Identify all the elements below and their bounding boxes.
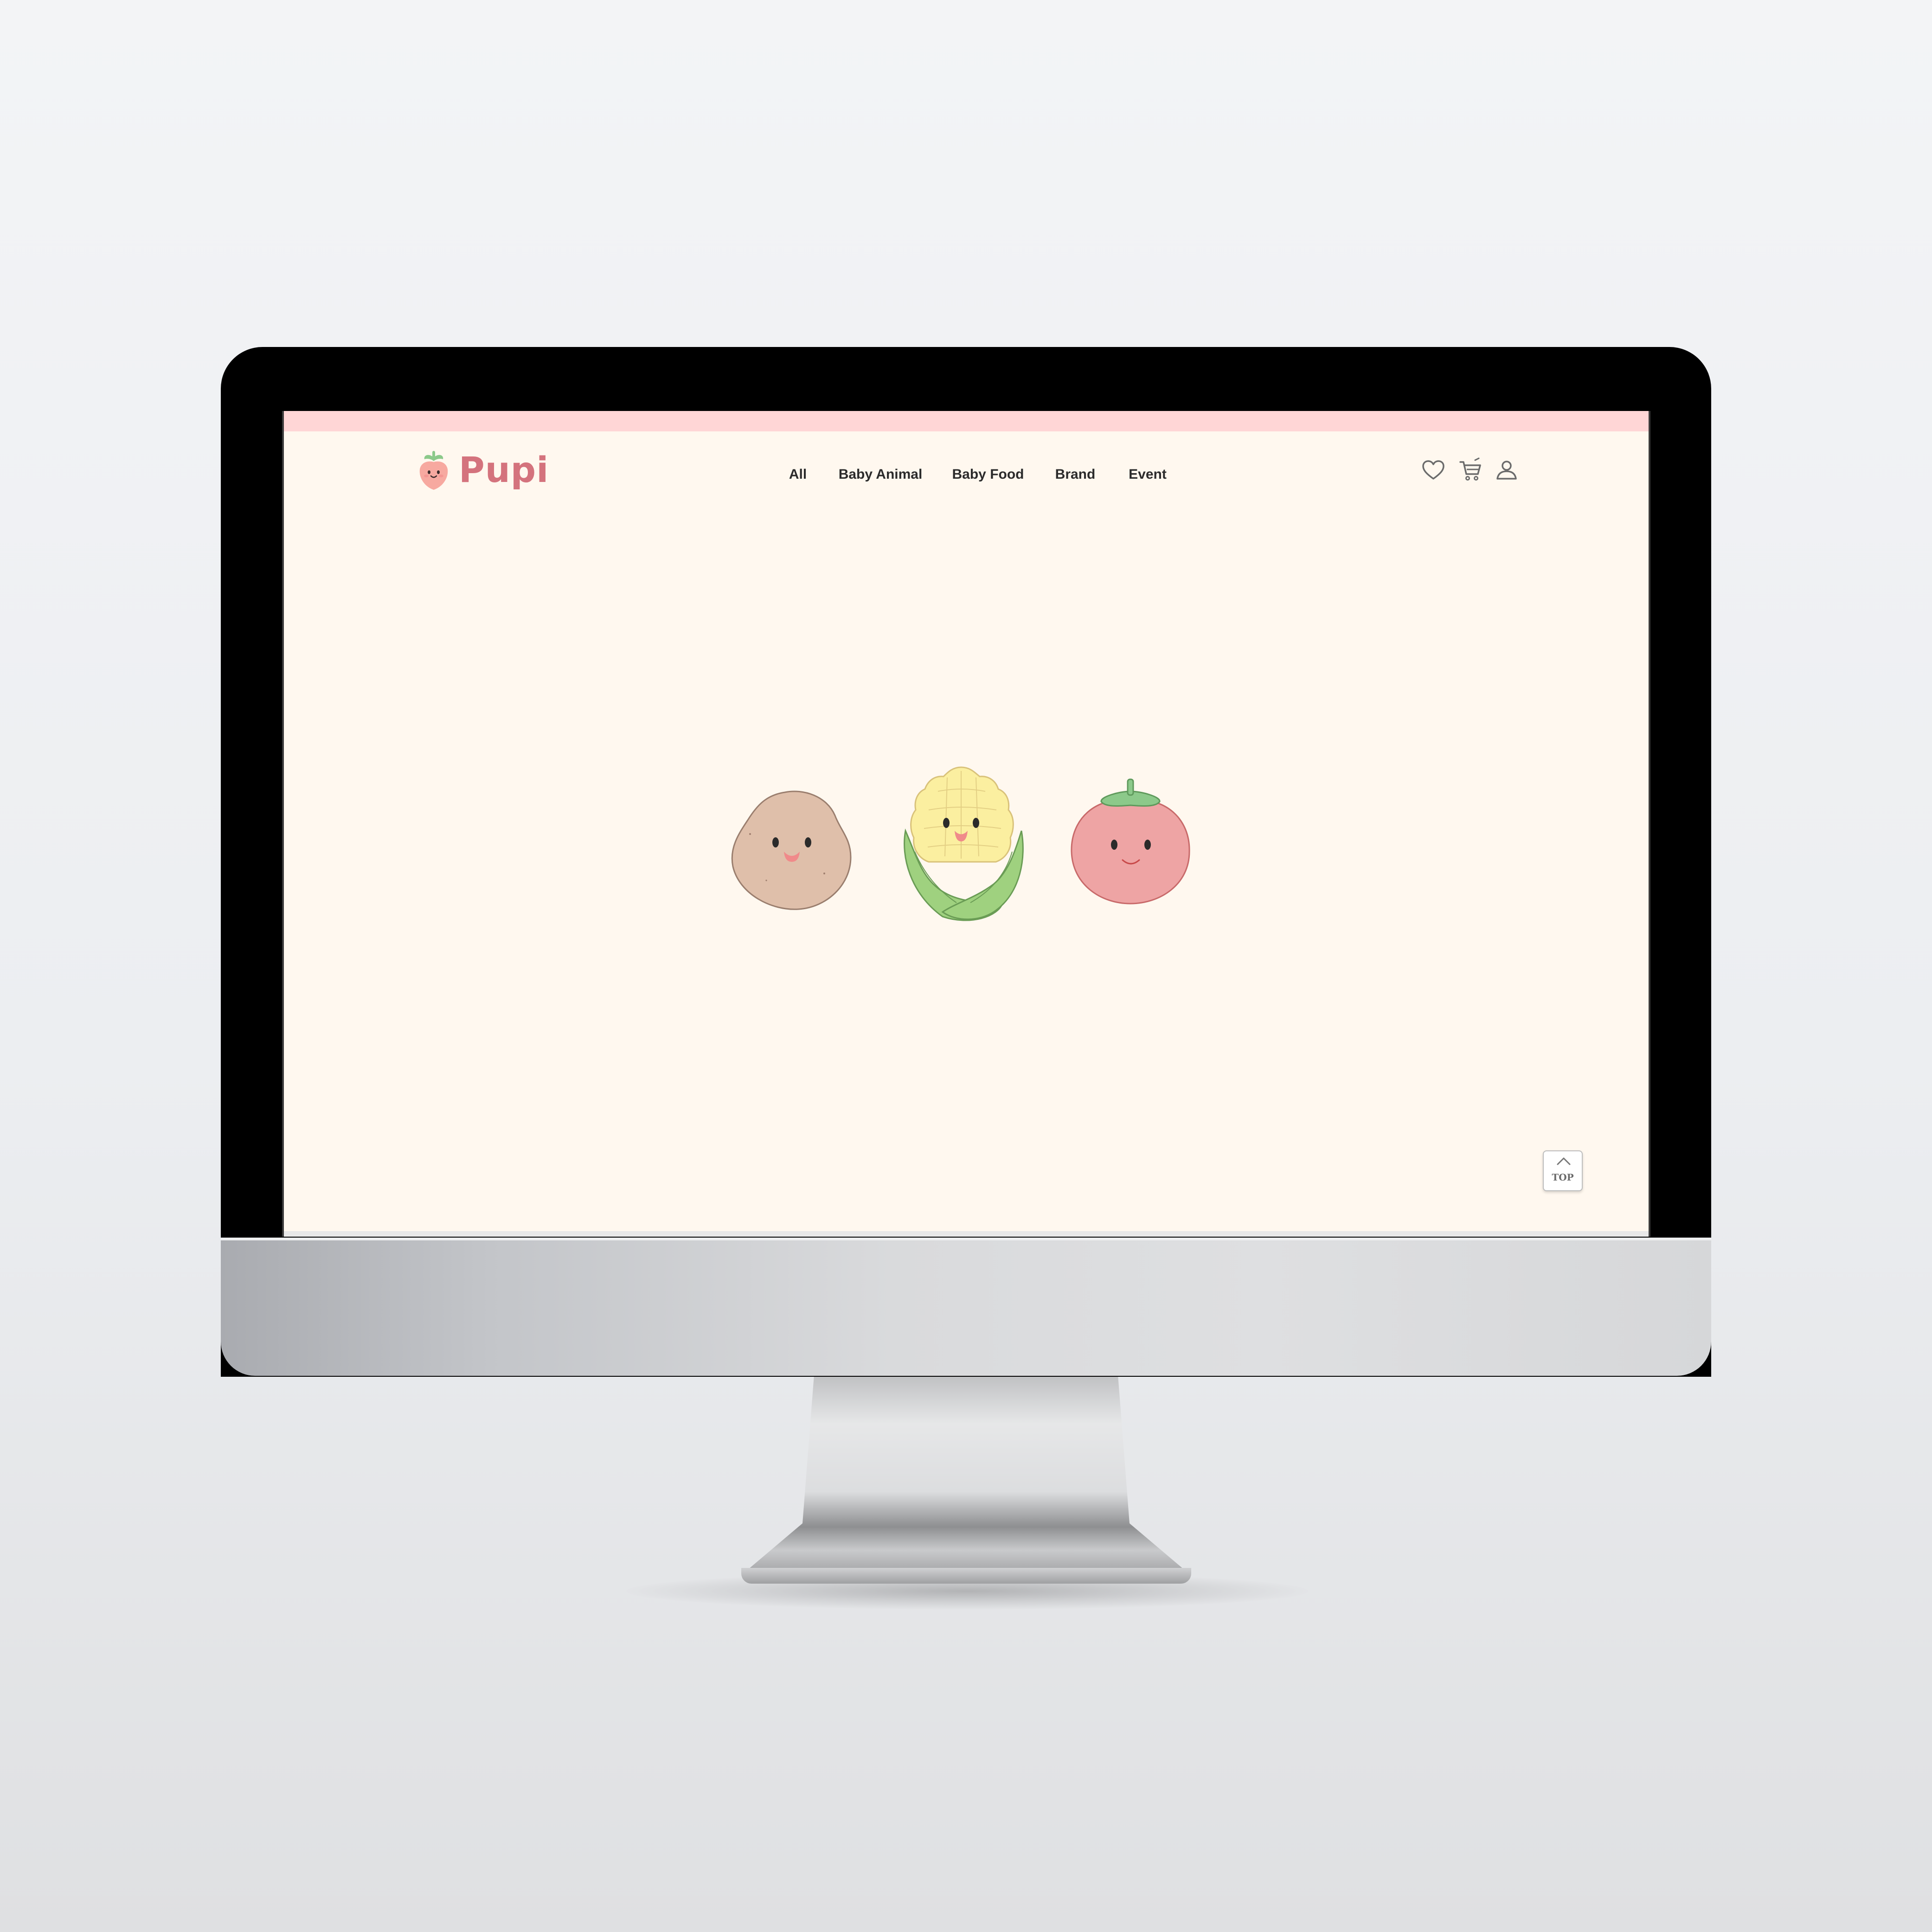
potato-character [731,790,852,910]
monitor-stand [742,1375,1190,1570]
nav-item-brand[interactable]: Brand [1055,467,1096,482]
cart-icon[interactable] [1457,457,1483,483]
hero-illustration [729,766,1193,940]
monitor-stand-base [741,1568,1191,1584]
monitor-chin [221,1238,1711,1376]
scroll-top-label: TOP [1552,1172,1574,1183]
browser-screen: Pupi All Baby Animal Baby Food Brand Eve… [282,411,1650,1237]
nav-item-event[interactable]: Event [1129,467,1167,482]
screen-bottom-edge [284,1231,1649,1237]
top-banner-strip [284,411,1649,431]
corn-character [904,766,1024,921]
scroll-top-button[interactable]: TOP [1543,1150,1583,1191]
nav-item-baby-animal[interactable]: Baby Animal [839,467,923,482]
nav-item-baby-food[interactable]: Baby Food [952,467,1024,482]
heart-icon[interactable] [1420,457,1446,483]
nav-item-all[interactable]: All [789,467,807,482]
chevron-up-icon [1557,1157,1571,1165]
user-icon[interactable] [1494,457,1520,483]
tomato-character [1071,778,1190,905]
